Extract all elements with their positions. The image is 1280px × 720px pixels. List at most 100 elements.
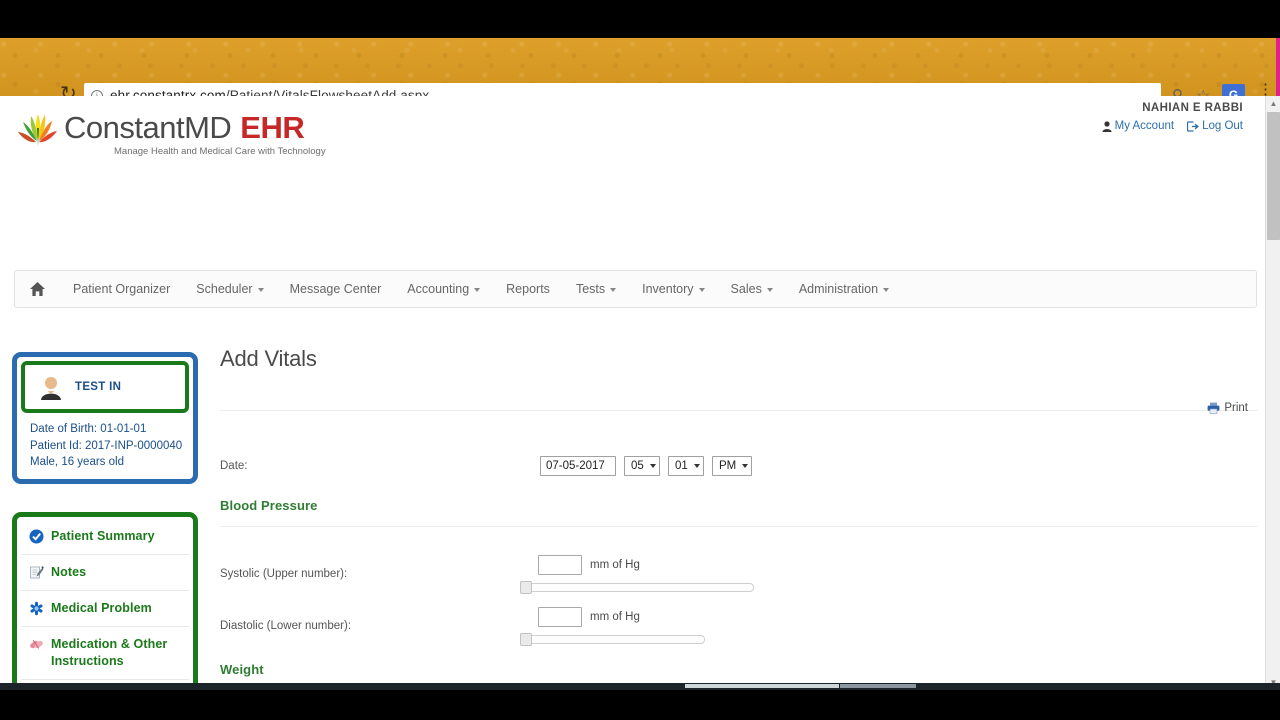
- meridiem-select[interactable]: PM: [712, 456, 752, 476]
- meridiem-value: PM: [719, 460, 737, 472]
- nav-label: Patient Organizer: [73, 282, 171, 296]
- nav-label: Administration: [798, 282, 879, 296]
- diastolic-input[interactable]: [538, 607, 582, 627]
- user-icon: [1102, 120, 1112, 132]
- video-scrubber-bar[interactable]: [0, 683, 1280, 690]
- section-divider: [220, 526, 1258, 527]
- vertical-scrollbar[interactable]: ▲ ▼: [1265, 96, 1280, 690]
- sidebar-item-medical-problem[interactable]: Medical Problem: [21, 591, 189, 627]
- home-icon: [30, 282, 45, 296]
- nav-item-administration[interactable]: Administration: [786, 271, 902, 307]
- nav-item-tests[interactable]: Tests: [563, 271, 629, 307]
- main-content: Add Vitals Print Date: 07-05-2017 05 01: [220, 346, 1258, 690]
- letterbox-top-bar: [0, 0, 1280, 38]
- slider-thumb[interactable]: [520, 633, 532, 646]
- user-name: NAHIAN E RABBI: [1142, 102, 1243, 114]
- my-account-label: My Account: [1114, 120, 1175, 132]
- chevron-down-icon: [474, 288, 481, 292]
- patient-meta: Date of Birth: 01-01-01 Patient Id: 2017…: [21, 413, 189, 471]
- patient-dob: Date of Birth: 01-01-01: [30, 423, 147, 435]
- hour-select[interactable]: 05: [624, 456, 660, 476]
- sidebar-item-label: Patient Summary: [51, 529, 155, 543]
- hour-value: 05: [631, 460, 644, 472]
- chevron-down-icon: [698, 288, 705, 292]
- log-out-label: Log Out: [1202, 120, 1243, 132]
- diastolic-control: mm of Hg: [520, 607, 706, 646]
- diastolic-label: Diastolic (Lower number):: [220, 619, 352, 632]
- systolic-label: Systolic (Upper number):: [220, 567, 348, 580]
- three-dot-menu-icon[interactable]: ⋮: [1258, 82, 1273, 97]
- slider-thumb[interactable]: [520, 581, 532, 594]
- site-header: ConstantMD EHR Manage Health and Medical …: [0, 96, 1265, 168]
- chevron-down-icon: [610, 288, 617, 292]
- diastolic-unit: mm of Hg: [590, 611, 640, 623]
- sidebar-item-label: Medication & Other Instructions: [51, 637, 168, 668]
- scrollbar-up-arrow[interactable]: ▲: [1266, 96, 1280, 111]
- sidebar-item-patient-summary[interactable]: Patient Summary: [21, 519, 189, 555]
- systolic-input[interactable]: [538, 555, 582, 575]
- medical-star-icon: [30, 601, 43, 616]
- printer-icon: [1207, 402, 1220, 414]
- nav-label: Tests: [575, 282, 606, 296]
- nav-item-scheduler[interactable]: Scheduler: [183, 271, 276, 307]
- logo-title-primary: ConstantMD: [64, 110, 232, 145]
- nav-item-sales[interactable]: Sales: [718, 271, 786, 307]
- diastolic-slider[interactable]: [520, 633, 706, 646]
- print-button[interactable]: Print: [1207, 402, 1248, 414]
- minute-value: 01: [675, 460, 688, 472]
- nav-item-accounting[interactable]: Accounting: [394, 271, 493, 307]
- notes-pen-icon: [30, 566, 44, 579]
- chevron-down-icon: [257, 288, 264, 292]
- logo-tagline: Manage Health and Medical Care with Tech…: [114, 146, 326, 157]
- nav-item-inventory[interactable]: Inventory: [629, 271, 717, 307]
- systolic-slider[interactable]: [520, 581, 754, 594]
- print-label: Print: [1224, 402, 1248, 414]
- date-input[interactable]: 07-05-2017: [540, 456, 616, 476]
- video-progress-segment[interactable]: [685, 684, 839, 688]
- chevron-down-icon: [766, 288, 773, 292]
- page-title: Add Vitals: [220, 346, 317, 371]
- letterbox-bottom-bar: [0, 690, 1280, 720]
- nav-item-patient-organizer[interactable]: Patient Organizer: [60, 271, 183, 307]
- sidebar-item-notes[interactable]: Notes: [21, 555, 189, 591]
- title-divider: [220, 410, 1258, 411]
- field-row-diastolic: Diastolic (Lower number): mm of Hg: [220, 607, 1258, 646]
- section-heading-weight: Weight: [220, 662, 264, 677]
- slider-track: [528, 583, 754, 592]
- log-out-link[interactable]: Log Out: [1187, 120, 1243, 132]
- nav-label: Scheduler: [196, 282, 253, 296]
- patient-name: TEST IN: [75, 381, 122, 393]
- user-account-block: NAHIAN E RABBI My Account Log Out: [1102, 102, 1243, 132]
- nav-home-button[interactable]: [19, 281, 60, 297]
- check-circle-icon: [29, 529, 44, 544]
- patient-photo-row[interactable]: TEST IN: [21, 361, 189, 413]
- systolic-unit: mm of Hg: [590, 559, 640, 571]
- page-viewport: ConstantMD EHR Manage Health and Medical …: [0, 96, 1280, 690]
- chrome-edge-accent: [1276, 38, 1280, 96]
- chevron-down-icon: [649, 464, 656, 468]
- main-navigation: Patient Organizer Scheduler Message Cent…: [14, 270, 1257, 308]
- my-account-link[interactable]: My Account: [1102, 120, 1174, 132]
- date-controls: 07-05-2017 05 01 PM: [540, 456, 752, 476]
- avatar: [41, 377, 61, 400]
- patient-info-card: TEST IN Date of Birth: 01-01-01 Patient …: [12, 352, 198, 484]
- nav-label: Sales: [730, 282, 762, 296]
- scrollbar-thumb[interactable]: [1267, 112, 1280, 240]
- logo-title: ConstantMD EHR: [64, 111, 326, 145]
- pills-icon: [30, 639, 43, 649]
- nav-label: Inventory: [642, 282, 694, 296]
- nav-item-message-center[interactable]: Message Center: [277, 271, 395, 307]
- site-logo[interactable]: ConstantMD EHR Manage Health and Medical …: [14, 108, 326, 157]
- chevron-down-icon: [883, 288, 890, 292]
- systolic-control: mm of Hg: [520, 555, 754, 594]
- constantmd-leaf-logo-icon: [18, 114, 57, 146]
- date-label: Date:: [220, 460, 248, 472]
- sidebar-item-medication[interactable]: Medication & Other Instructions: [21, 627, 189, 680]
- video-buffered-segment[interactable]: [840, 684, 916, 688]
- logo-title-accent: EHR: [240, 110, 305, 145]
- nav-item-reports[interactable]: Reports: [493, 271, 563, 307]
- minute-select[interactable]: 01: [668, 456, 704, 476]
- logout-icon: [1187, 120, 1200, 132]
- field-row-systolic: Systolic (Upper number): mm of Hg: [220, 555, 1258, 594]
- sidebar-item-label: Medical Problem: [51, 601, 152, 615]
